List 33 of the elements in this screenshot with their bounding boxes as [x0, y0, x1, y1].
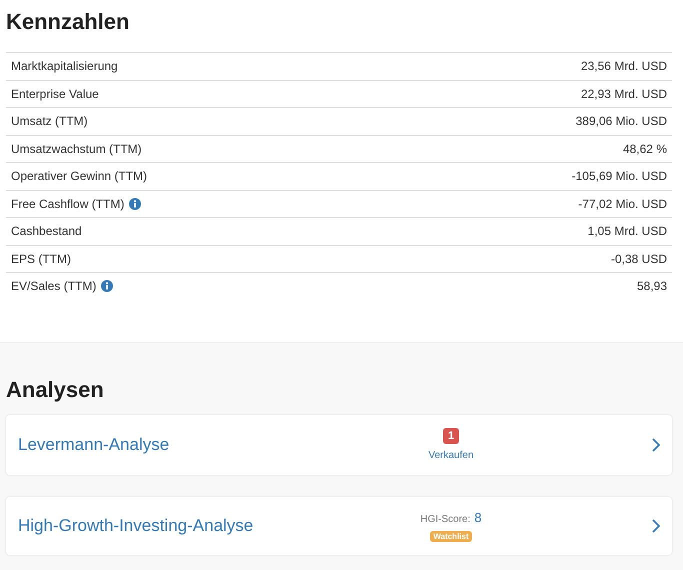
metric-label: Umsatzwachstum (TTM) — [11, 142, 142, 156]
metric-value: -0,38 USD — [610, 252, 667, 266]
metric-label: Enterprise Value — [11, 86, 99, 101]
chevron-right-icon[interactable] — [652, 518, 660, 532]
analysis-link[interactable]: High-Growth-Investing-Analyse — [18, 516, 254, 536]
metric-value: 389,06 Mio. USD — [576, 114, 667, 128]
metric-value: 23,56 Mrd. USD — [580, 59, 667, 74]
analysis-card[interactable]: Levermann-Analyse 1 Verkaufen — [6, 414, 672, 474]
rating-badge: 1 — [442, 428, 460, 444]
metric-value: 1,05 Mrd. USD — [588, 224, 667, 238]
metric-label: Marktkapitalisierung — [11, 59, 118, 74]
metric-label: Operativer Gewinn (TTM) — [11, 169, 148, 184]
score-label: HGI-Score: — [420, 514, 470, 524]
metric-value: -77,02 Mio. USD — [578, 196, 667, 211]
info-icon[interactable] — [129, 198, 142, 210]
section-title: Analysen — [6, 376, 105, 402]
rating-caption: Verkaufen — [428, 450, 474, 461]
chevron-right-icon[interactable] — [652, 438, 660, 452]
metric-value: 22,93 Mrd. USD — [580, 86, 667, 101]
metric-label: Cashbestand — [11, 224, 82, 238]
metric-label: Umsatz (TTM) — [11, 114, 88, 128]
section-title: Kennzahlen — [6, 9, 130, 35]
info-icon[interactable] — [101, 280, 114, 292]
metric-label: Free Cashflow (TTM) — [11, 196, 124, 211]
metric-value: -105,69 Mio. USD — [572, 169, 667, 184]
score-value: 8 — [474, 510, 482, 524]
metric-label: EPS (TTM) — [11, 252, 71, 266]
metric-value: 48,62 % — [622, 142, 667, 156]
status-badge: Watchlist — [430, 530, 472, 542]
metric-value: 58,93 — [636, 279, 667, 294]
metric-label: EV/Sales (TTM) — [11, 279, 96, 294]
analysis-link[interactable]: Levermann-Analyse — [18, 434, 170, 454]
analysis-card[interactable]: High-Growth-Investing-Analyse HGI-Score: 8 Watchlist — [6, 496, 672, 554]
